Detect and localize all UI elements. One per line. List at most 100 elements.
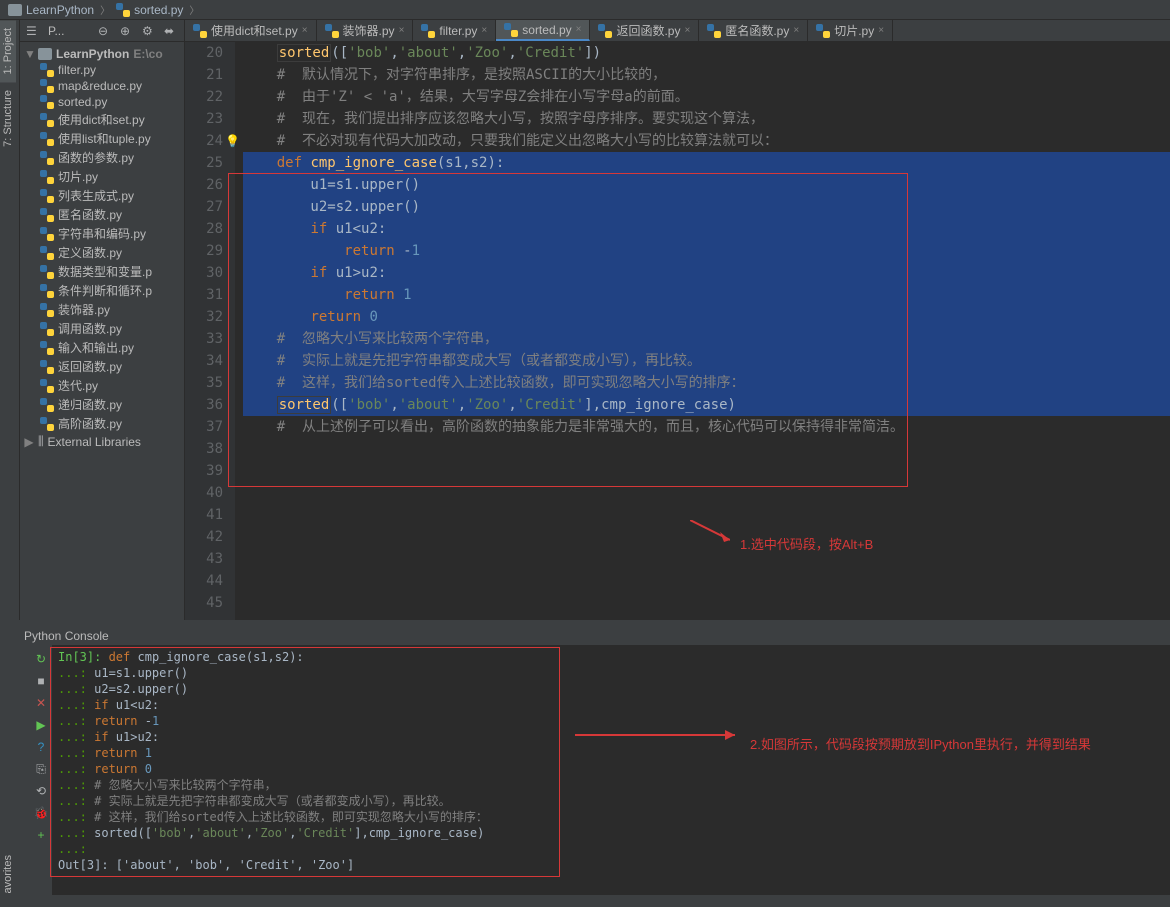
code-line[interactable]: return 1 bbox=[243, 284, 1170, 306]
code-line[interactable]: sorted(['bob','about','Zoo','Credit']) bbox=[243, 42, 1170, 64]
tree-root[interactable]: ▼ LearnPython E:\co bbox=[20, 46, 184, 62]
editor-tab[interactable]: 装饰器.py× bbox=[317, 20, 414, 41]
editor-tab[interactable]: 切片.py× bbox=[808, 20, 893, 41]
add-icon[interactable]: + bbox=[33, 827, 49, 843]
tree-file[interactable]: 高阶函数.py bbox=[20, 414, 184, 433]
code-line[interactable]: sorted(['bob','about','Zoo','Credit'],cm… bbox=[243, 394, 1170, 416]
close-tab-icon[interactable]: × bbox=[481, 25, 487, 36]
code-line[interactable]: if u1>u2: bbox=[243, 262, 1170, 284]
project-dropdown-label[interactable]: P... bbox=[48, 24, 64, 38]
code-line[interactable] bbox=[243, 438, 1170, 460]
tree-file[interactable]: 函数的参数.py bbox=[20, 148, 184, 167]
code-line[interactable]: def cmp_ignore_case(s1,s2): bbox=[243, 152, 1170, 174]
line-number: 20 bbox=[185, 42, 223, 64]
expand-icon[interactable]: ▼ bbox=[24, 47, 34, 61]
tree-file[interactable]: 使用dict和set.py bbox=[20, 110, 184, 129]
editor-tab[interactable]: 匿名函数.py× bbox=[699, 20, 808, 41]
close-tab-icon[interactable]: × bbox=[576, 24, 582, 35]
code-line[interactable]: # 由于'Z' < 'a'，结果，大写字母Z会排在小写字母a的前面。 bbox=[243, 86, 1170, 108]
python-file-icon bbox=[40, 132, 54, 146]
expand-icon[interactable]: ▶ bbox=[24, 435, 34, 449]
python-file-icon bbox=[504, 23, 518, 37]
breadcrumb-root[interactable]: LearnPython bbox=[8, 3, 94, 17]
tree-file[interactable]: 调用函数.py bbox=[20, 319, 184, 338]
code-body[interactable]: sorted(['bob','about','Zoo','Credit']) #… bbox=[235, 42, 1170, 620]
tab-label: filter.py bbox=[439, 24, 477, 38]
tree-file[interactable]: 列表生成式.py bbox=[20, 186, 184, 205]
code-line[interactable]: return -1 bbox=[243, 240, 1170, 262]
tree-file-label: 条件判断和循环.p bbox=[58, 282, 152, 299]
tree-file[interactable]: filter.py bbox=[20, 62, 184, 78]
target-icon[interactable]: ⊕ bbox=[120, 24, 134, 38]
code-line[interactable]: u2=s2.upper() bbox=[243, 196, 1170, 218]
code-line[interactable]: return 0 bbox=[243, 306, 1170, 328]
tree-file[interactable]: 装饰器.py bbox=[20, 300, 184, 319]
breadcrumb-file[interactable]: sorted.py bbox=[116, 3, 183, 17]
tree-file[interactable]: 迭代.py bbox=[20, 376, 184, 395]
intention-bulb-icon[interactable]: 💡 bbox=[225, 130, 240, 152]
tree-file[interactable]: sorted.py bbox=[20, 94, 184, 110]
close-icon[interactable]: ✕ bbox=[33, 695, 49, 711]
code-line[interactable]: # 从上述例子可以看出，高阶函数的抽象能力是非常强大的，而且，核心代码可以保持得… bbox=[243, 416, 1170, 438]
console-tab-label[interactable]: Python Console bbox=[20, 627, 113, 645]
code-line[interactable]: # 默认情况下，对字符串排序，是按照ASCII的大小比较的， bbox=[243, 64, 1170, 86]
close-tab-icon[interactable]: × bbox=[684, 25, 690, 36]
external-libraries[interactable]: ▶ ⫼ External Libraries bbox=[20, 433, 184, 450]
code-line[interactable] bbox=[243, 504, 1170, 526]
tree-file[interactable]: 字符串和编码.py bbox=[20, 224, 184, 243]
tree-file[interactable]: map&reduce.py bbox=[20, 78, 184, 94]
hide-icon[interactable]: ⬌ bbox=[164, 24, 178, 38]
breadcrumb: LearnPython 〉 sorted.py 〉 bbox=[0, 0, 1170, 20]
python-file-icon bbox=[598, 24, 612, 38]
gear-icon[interactable]: ⚙ bbox=[142, 24, 156, 38]
project-dropdown-icon[interactable]: ☰ bbox=[26, 24, 40, 38]
line-number: 32 bbox=[185, 306, 223, 328]
favorites-tab[interactable]: avorites bbox=[0, 847, 16, 902]
code-line[interactable] bbox=[243, 570, 1170, 592]
code-line[interactable] bbox=[243, 526, 1170, 548]
library-icon: ⫼ bbox=[38, 434, 44, 449]
line-number: 29 bbox=[185, 240, 223, 262]
code-line[interactable] bbox=[243, 592, 1170, 614]
code-line[interactable] bbox=[243, 548, 1170, 570]
project-tool-tab[interactable]: 1: Project bbox=[0, 20, 16, 82]
editor-tab[interactable]: 使用dict和set.py× bbox=[185, 20, 317, 41]
code-line[interactable]: 💡 # 不必对现有代码大加改动，只要我们能定义出忽略大小写的比较算法就可以： bbox=[243, 130, 1170, 152]
tree-file[interactable]: 使用list和tuple.py bbox=[20, 129, 184, 148]
editor-tab[interactable]: 返回函数.py× bbox=[590, 20, 699, 41]
run-icon[interactable]: ▶ bbox=[33, 717, 49, 733]
code-line[interactable]: # 这样，我们给sorted传入上述比较函数，即可实现忽略大小写的排序： bbox=[243, 372, 1170, 394]
history-icon[interactable]: ⟲ bbox=[33, 783, 49, 799]
line-number: 39 bbox=[185, 460, 223, 482]
tree-file[interactable]: 切片.py bbox=[20, 167, 184, 186]
code-area[interactable]: 2021222324252627282930313233343536373839… bbox=[185, 42, 1170, 620]
settings-icon[interactable]: ⎘ bbox=[33, 761, 49, 777]
collapse-icon[interactable]: ⊖ bbox=[98, 24, 112, 38]
code-line[interactable]: # 现在，我们提出排序应该忽略大小写，按照字母序排序。要实现这个算法， bbox=[243, 108, 1170, 130]
editor-tab[interactable]: sorted.py× bbox=[496, 20, 590, 41]
code-line[interactable]: u1=s1.upper() bbox=[243, 174, 1170, 196]
code-line[interactable] bbox=[243, 460, 1170, 482]
tree-file[interactable]: 数据类型和变量.p bbox=[20, 262, 184, 281]
debug-icon[interactable]: 🐞 bbox=[33, 805, 49, 821]
tree-file[interactable]: 返回函数.py bbox=[20, 357, 184, 376]
console-output[interactable]: In[3]: def cmp_ignore_case(s1,s2): ...: … bbox=[52, 645, 1170, 895]
tree-file[interactable]: 输入和输出.py bbox=[20, 338, 184, 357]
tree-file[interactable]: 匿名函数.py bbox=[20, 205, 184, 224]
close-tab-icon[interactable]: × bbox=[878, 25, 884, 36]
close-tab-icon[interactable]: × bbox=[399, 25, 405, 36]
code-line[interactable] bbox=[243, 482, 1170, 504]
rerun-icon[interactable]: ↻ bbox=[33, 651, 49, 667]
close-tab-icon[interactable]: × bbox=[302, 25, 308, 36]
structure-tool-tab[interactable]: 7: Structure bbox=[0, 82, 16, 155]
stop-icon[interactable]: ■ bbox=[33, 673, 49, 689]
code-line[interactable]: # 实际上就是先把字符串都变成大写（或者都变成小写），再比较。 bbox=[243, 350, 1170, 372]
editor-tab[interactable]: filter.py × bbox=[413, 20, 496, 41]
close-tab-icon[interactable]: × bbox=[793, 25, 799, 36]
tree-file[interactable]: 递归函数.py bbox=[20, 395, 184, 414]
code-line[interactable]: if u1<u2: bbox=[243, 218, 1170, 240]
help-icon[interactable]: ? bbox=[33, 739, 49, 755]
tree-file[interactable]: 定义函数.py bbox=[20, 243, 184, 262]
code-line[interactable]: # 忽略大小写来比较两个字符串， bbox=[243, 328, 1170, 350]
tree-file[interactable]: 条件判断和循环.p bbox=[20, 281, 184, 300]
